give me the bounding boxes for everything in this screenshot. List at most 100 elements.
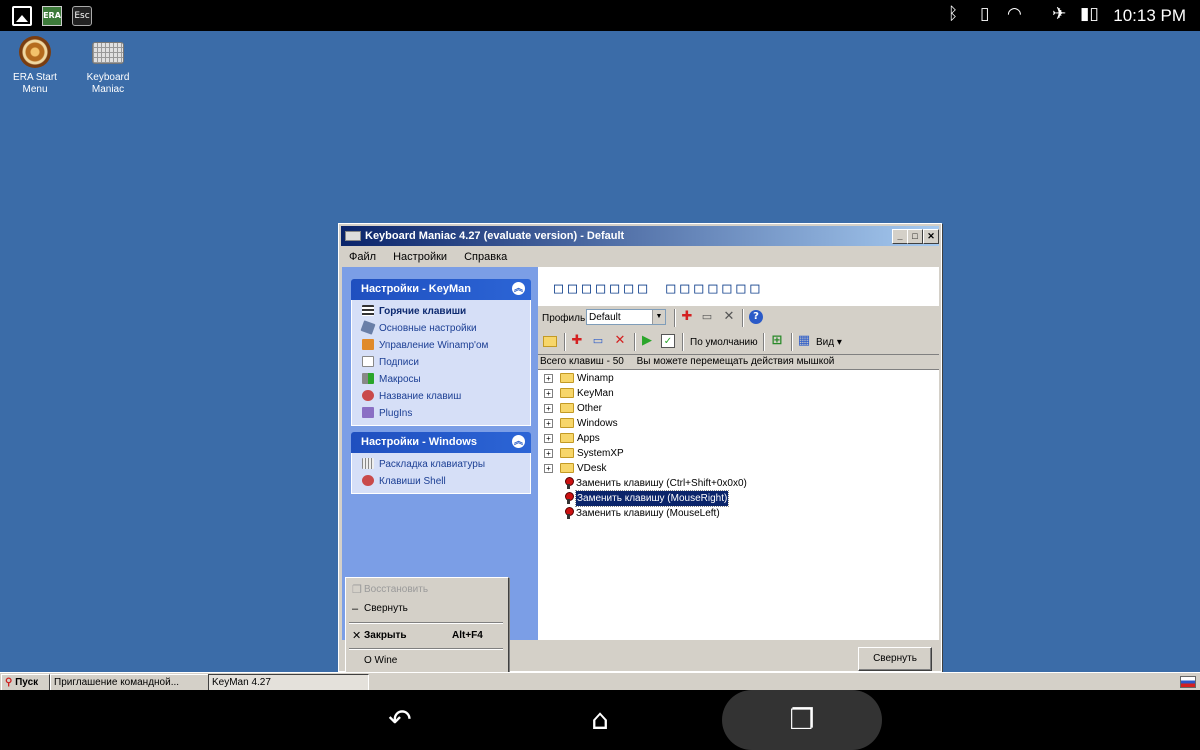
expand-icon[interactable]: + bbox=[544, 464, 553, 473]
menu-item-close[interactable]: ✕ Закрыть Alt+F4 bbox=[348, 627, 504, 645]
profile-select[interactable]: Default ▼ bbox=[586, 309, 666, 325]
menu-item-label: Восстановить bbox=[364, 584, 429, 595]
hotkeys-tree: + Winamp + KeyMan + Other + Windows + Apps + S… bbox=[544, 371, 934, 521]
view-menu-button[interactable]: Вид ▾ bbox=[816, 337, 842, 348]
panel-header[interactable]: Настройки - Windows ︽ bbox=[351, 432, 531, 453]
tree-label: Winamp bbox=[577, 373, 614, 384]
folder-icon[interactable] bbox=[543, 336, 557, 347]
run-icon[interactable]: ▶ bbox=[640, 334, 654, 348]
menu-help[interactable]: Справка bbox=[464, 251, 507, 263]
key-icon bbox=[564, 477, 574, 489]
menu-bar: Файл Настройки Справка bbox=[341, 248, 939, 266]
edit-key-icon[interactable]: ▭ bbox=[591, 334, 605, 348]
menu-item-restore[interactable]: ❐ Восстановить bbox=[348, 581, 504, 599]
keys-toolbar: ✚ ▭ ✕ ▶ ✓ По умолчанию ⊞ ▦ Вид ▾ bbox=[538, 330, 939, 355]
add-key-icon[interactable]: ✚ bbox=[570, 334, 584, 348]
expand-icon[interactable]: + bbox=[544, 419, 553, 428]
maximize-button[interactable]: □ bbox=[907, 229, 923, 244]
window-titlebar[interactable]: Keyboard Maniac 4.27 (evaluate version) … bbox=[341, 226, 939, 246]
sidebar-item-general-settings[interactable]: Основные настройки bbox=[352, 320, 530, 337]
folder-icon bbox=[560, 418, 574, 428]
add-profile-icon[interactable]: ✚ bbox=[680, 310, 694, 324]
view-label: Вид bbox=[816, 337, 835, 348]
tree-label: Windows bbox=[577, 418, 618, 429]
edit-profile-icon[interactable]: ▭ bbox=[700, 310, 714, 324]
desktop-icon-keyboard-maniac[interactable]: Keyboard Maniac bbox=[73, 36, 143, 96]
expand-icon[interactable]: + bbox=[544, 434, 553, 443]
desktop-icon-era-start-menu[interactable]: ERA Start Menu bbox=[0, 36, 70, 96]
close-icon: ✕ bbox=[352, 630, 362, 642]
view-icon[interactable]: ▦ bbox=[797, 334, 811, 348]
sidebar-item-winamp[interactable]: Управление Winamp'ом bbox=[352, 337, 530, 354]
panel-header[interactable]: Настройки - KeyMan ︽ bbox=[351, 279, 531, 300]
folder-icon bbox=[560, 388, 574, 398]
tree-icon[interactable]: ⊞ bbox=[770, 334, 784, 348]
taskbar-item-command-prompt[interactable]: Приглашение командной... bbox=[50, 674, 211, 691]
era-icon: ERA bbox=[42, 6, 62, 26]
sidebar-item-label: Управление Winamp'ом bbox=[379, 340, 489, 351]
menu-divider bbox=[349, 648, 503, 650]
taskbar-item-keyman[interactable]: KeyMan 4.27 bbox=[208, 674, 369, 691]
tree-key-item[interactable]: Заменить клавишу (Ctrl+Shift+0x0x0) bbox=[544, 476, 934, 491]
sidebar-item-key-names[interactable]: Название клавиш bbox=[352, 388, 530, 405]
back-button[interactable]: ↶ bbox=[370, 698, 430, 742]
expand-icon[interactable]: + bbox=[544, 389, 553, 398]
sidebar-item-macros[interactable]: Макросы bbox=[352, 371, 530, 388]
menu-item-about-wine[interactable]: O Wine bbox=[348, 652, 504, 670]
chevron-up-icon[interactable]: ︽ bbox=[512, 435, 525, 448]
start-button[interactable]: ⚲ Пуск bbox=[1, 674, 50, 691]
recent-apps-button[interactable]: ❐ bbox=[722, 690, 882, 750]
tree-folder[interactable]: + Other bbox=[544, 401, 934, 416]
menu-settings[interactable]: Настройки bbox=[393, 251, 447, 263]
page-title: □□□□□□□ □□□□□□□ bbox=[554, 279, 765, 297]
sidebar-item-captions[interactable]: Подписи bbox=[352, 354, 530, 371]
panel-title: Настройки - KeyMan bbox=[361, 283, 471, 295]
key-icon bbox=[564, 492, 574, 504]
delete-key-icon[interactable]: ✕ bbox=[613, 334, 627, 348]
caption-icon bbox=[362, 356, 374, 367]
tree-label: Заменить клавишу (MouseLeft) bbox=[576, 508, 720, 519]
close-button[interactable]: ✕ bbox=[923, 229, 939, 244]
folder-icon bbox=[560, 463, 574, 473]
tools-icon bbox=[360, 320, 376, 335]
tree-folder[interactable]: + SystemXP bbox=[544, 446, 934, 461]
menu-item-shortcut: Alt+F4 bbox=[452, 630, 483, 641]
tree-folder[interactable]: + Windows bbox=[544, 416, 934, 431]
content-area: □□□□□□□ □□□□□□□ Профиль Default ▼ ✚ ▭ ✕ ?… bbox=[538, 267, 939, 640]
sidebar-item-hotkeys[interactable]: Горячие клавиши bbox=[352, 303, 530, 320]
expand-icon[interactable]: + bbox=[544, 374, 553, 383]
sidebar-item-label: Раскладка клавиатуры bbox=[379, 459, 486, 470]
wifi-icon: ◠ bbox=[1007, 4, 1022, 24]
sidebar-item-plugins[interactable]: PlugIns bbox=[352, 405, 530, 422]
esc-icon: Esc bbox=[72, 6, 92, 26]
keyboard-icon bbox=[92, 42, 124, 64]
expand-icon[interactable]: + bbox=[544, 404, 553, 413]
tree-key-item-selected[interactable]: Заменить клавишу (MouseRight) bbox=[544, 490, 934, 507]
check-icon[interactable]: ✓ bbox=[661, 334, 675, 348]
expand-icon[interactable]: + bbox=[544, 449, 553, 458]
minimize-button[interactable]: _ bbox=[892, 229, 908, 244]
menu-item-minimize[interactable]: – Свернуть bbox=[348, 600, 504, 618]
default-button[interactable]: По умолчанию bbox=[690, 337, 758, 348]
tree-folder[interactable]: + Winamp bbox=[544, 371, 934, 386]
winamp-icon bbox=[362, 339, 374, 350]
key-icon bbox=[564, 507, 574, 519]
menu-file[interactable]: Файл bbox=[349, 251, 376, 263]
tree-folder[interactable]: + VDesk bbox=[544, 461, 934, 476]
sidebar-item-shell-keys[interactable]: Клавиши Shell bbox=[352, 473, 530, 490]
list-icon bbox=[362, 305, 374, 316]
sidebar-item-keyboard-layout[interactable]: Раскладка клавиатуры bbox=[352, 456, 530, 473]
help-icon[interactable]: ? bbox=[749, 310, 763, 324]
collapse-button[interactable]: Свернуть bbox=[858, 647, 932, 671]
tree-label: SystemXP bbox=[577, 448, 624, 459]
tree-folder[interactable]: + KeyMan bbox=[544, 386, 934, 401]
tree-folder[interactable]: + Apps bbox=[544, 431, 934, 446]
toolbar-divider bbox=[682, 333, 684, 351]
home-button[interactable]: ⌂ bbox=[570, 698, 630, 742]
language-flag-icon[interactable] bbox=[1180, 676, 1196, 688]
tree-key-item[interactable]: Заменить клавишу (MouseLeft) bbox=[544, 506, 934, 521]
wine-glass-icon: ⚲ bbox=[5, 677, 13, 688]
key-name-icon bbox=[362, 390, 374, 401]
delete-profile-icon[interactable]: ✕ bbox=[722, 310, 736, 324]
chevron-up-icon[interactable]: ︽ bbox=[512, 282, 525, 295]
